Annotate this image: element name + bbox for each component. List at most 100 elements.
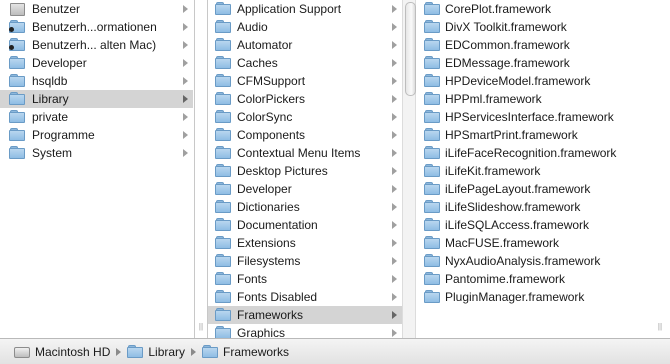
column-resize-handle[interactable]: || [197,322,205,332]
list-item[interactable]: HPDeviceModel.framework [415,72,670,90]
folder-icon [9,128,25,141]
chevron-right-icon [183,149,188,157]
list-item-label: HPPml.framework [445,92,542,106]
chevron-right-icon [392,329,397,337]
chevron-right-icon [392,113,397,121]
folder-icon [424,146,440,159]
list-item[interactable]: Automator [208,36,402,54]
list-item[interactable]: DivX Toolkit.framework [415,18,670,36]
folder-icon [215,326,231,338]
chevron-right-icon [392,257,397,265]
chevron-right-icon [183,23,188,31]
list-item-developer[interactable]: Developer [0,54,193,72]
list-item-label: ColorPickers [237,92,306,106]
list-item-label: Graphics [237,326,286,338]
list-item-label: EDCommon.framework [445,38,570,52]
list-item[interactable]: HPSmartPrint.framework [415,126,670,144]
list-item-label: Fonts Disabled [237,290,318,304]
chevron-right-icon [183,95,188,103]
vertical-scrollbar[interactable] [402,0,416,338]
list-item[interactable]: Audio [208,18,402,36]
path-separator-icon [116,347,122,356]
list-item-library[interactable]: Library [0,90,193,108]
list-item[interactable]: Graphics [208,324,402,338]
list-item[interactable]: Dictionaries [208,198,402,216]
list-item[interactable]: Pantomime.framework [415,270,670,288]
folder-icon [424,236,440,249]
list-item-label: CFMSupport [237,74,306,88]
list-item[interactable]: Filesystems [208,252,402,270]
column-library[interactable]: Application Support Audio Automator Cach… [208,0,402,338]
list-item-frameworks[interactable]: Frameworks [208,306,402,324]
column-resize-handle[interactable]: || [656,322,664,332]
folder-icon [424,92,440,105]
list-item[interactable]: Desktop Pictures [208,162,402,180]
path-segment-label: Library [148,344,186,359]
list-item[interactable]: Contextual Menu Items [208,144,402,162]
list-item-label: Benutzer [32,2,81,16]
list-item[interactable]: MacFUSE.framework [415,234,670,252]
list-item[interactable]: PluginManager.framework [415,288,670,306]
folder-icon [215,146,231,159]
folder-icon [424,128,440,141]
list-item[interactable]: NyxAudioAnalysis.framework [415,252,670,270]
path-segment-macintosh-hd[interactable]: Macintosh HD [14,345,110,359]
chevron-right-icon [392,41,397,49]
list-item-programme[interactable]: Programme [0,126,193,144]
list-item[interactable]: iLifeKit.framework [415,162,670,180]
folder-icon [9,146,25,159]
list-item[interactable]: Fonts Disabled [208,288,402,306]
list-item[interactable]: Extensions [208,234,402,252]
list-item[interactable]: ColorPickers [208,90,402,108]
list-item[interactable]: Caches [208,54,402,72]
list-item[interactable]: CFMSupport [208,72,402,90]
list-item-benutzerhandbuch-informationen[interactable]: Benutzerh...ormationen [0,18,193,36]
list-item[interactable]: iLifeFaceRecognition.framework [415,144,670,162]
list-item[interactable]: Fonts [208,270,402,288]
list-item[interactable]: iLifePageLayout.framework [415,180,670,198]
list-item[interactable]: Developer [208,180,402,198]
user-folder-icon [9,20,25,33]
chevron-right-icon [183,77,188,85]
list-item[interactable]: EDMessage.framework [415,54,670,72]
list-item[interactable]: HPPml.framework [415,90,670,108]
list-item-system[interactable]: System [0,144,193,162]
chevron-right-icon [183,131,188,139]
list-item[interactable]: Documentation [208,216,402,234]
column-frameworks[interactable]: CorePlot.framework DivX Toolkit.framewor… [415,0,670,338]
list-item-label: Fonts [237,272,268,286]
list-item[interactable]: ColorSync [208,108,402,126]
list-item-label: Developer [237,182,292,196]
chevron-right-icon [392,167,397,175]
folder-icon [215,110,231,123]
list-item-private[interactable]: private [0,108,193,126]
path-segment-library[interactable]: Library [127,345,185,359]
list-item[interactable]: iLifeSlideshow.framework [415,198,670,216]
list-item-label: Benutzerh... alten Mac) [32,38,157,52]
list-item[interactable]: CorePlot.framework [415,0,670,18]
list-item[interactable]: Components [208,126,402,144]
folder-icon [9,92,25,105]
folder-icon [215,272,231,285]
chevron-right-icon [392,59,397,67]
column-divider [194,0,195,338]
list-item[interactable]: HPServicesInterface.framework [415,108,670,126]
list-item-label: Benutzerh...ormationen [32,20,157,34]
folder-icon [424,218,440,231]
list-item-benutzerhandbuch-alter-mac[interactable]: Benutzerh... alten Mac) [0,36,193,54]
column-volume-root[interactable]: Benutzer Benutzerh...ormationen Benutzer… [0,0,193,338]
list-item-label: Audio [237,20,268,34]
list-item[interactable]: Application Support [208,0,402,18]
list-item-benutzer[interactable]: Benutzer [0,0,193,18]
list-item[interactable]: iLifeSQLAccess.framework [415,216,670,234]
chevron-right-icon [183,113,188,121]
list-item[interactable]: EDCommon.framework [415,36,670,54]
list-item-label: Automator [237,38,293,52]
chevron-right-icon [183,41,188,49]
chevron-right-icon [392,131,397,139]
list-item-label: ColorSync [237,110,293,124]
path-segment-frameworks[interactable]: Frameworks [202,345,289,359]
chevron-right-icon [183,59,188,67]
chevron-right-icon [392,275,397,283]
list-item-hsqldb[interactable]: hsqldb [0,72,193,90]
